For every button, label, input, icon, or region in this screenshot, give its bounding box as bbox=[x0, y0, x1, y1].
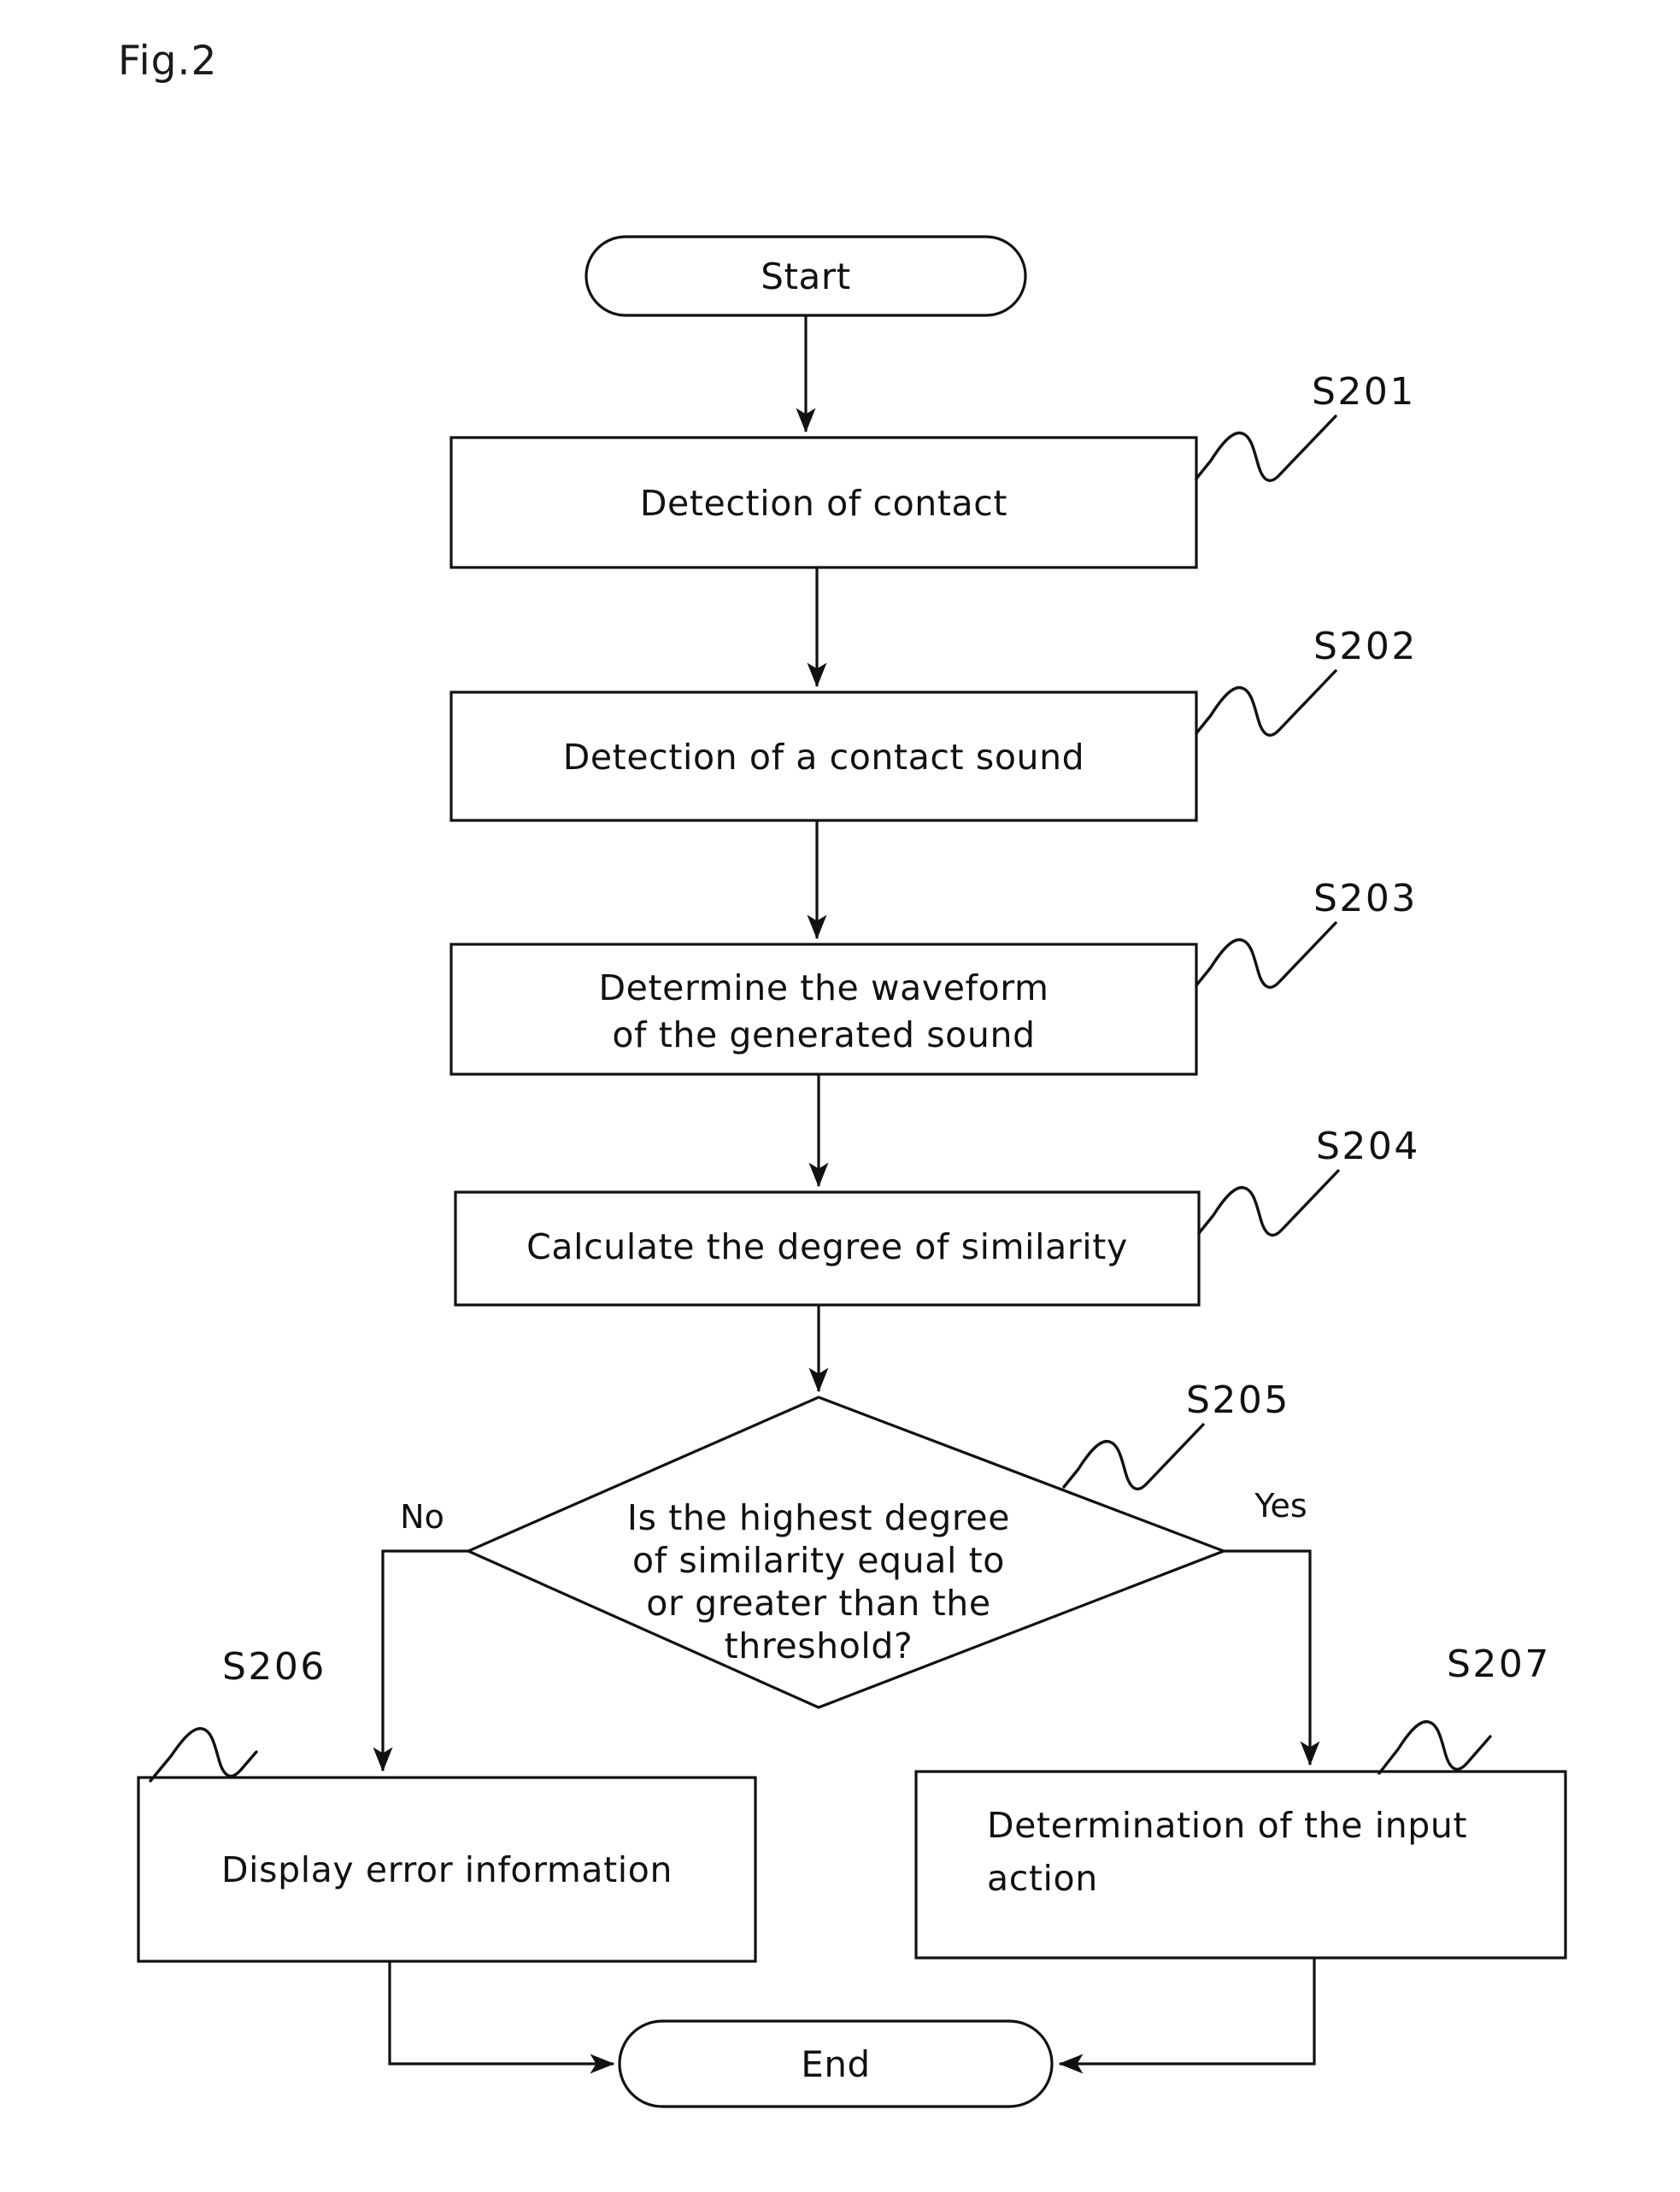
node-s203: Determine the waveform of the generated … bbox=[449, 943, 1198, 1076]
s205-label-line4: threshold? bbox=[725, 1625, 913, 1666]
s207-label-line2: action bbox=[987, 1858, 1098, 1899]
edge-s206-to-end bbox=[388, 1961, 615, 2074]
node-s207: Determination of the input action bbox=[914, 1770, 1567, 1960]
s205-label-line2: of similarity equal to bbox=[632, 1540, 1005, 1581]
edge-label-no: No bbox=[400, 1498, 444, 1536]
s206-leader-squiggle bbox=[149, 1727, 258, 1783]
edge-label-yes: Yes bbox=[1254, 1487, 1307, 1525]
flowchart-canvas: Start Detection of contact S201 Detectio… bbox=[137, 235, 1567, 2108]
node-start: Start bbox=[584, 235, 1027, 317]
node-end: End bbox=[618, 2019, 1054, 2108]
edge-no-to-s206 bbox=[373, 1549, 468, 1772]
figure-page: Fig.2 Start Detection of contact S201 De… bbox=[0, 0, 1680, 2192]
s201-label: Detection of contact bbox=[640, 483, 1007, 524]
s202-leader-squiggle bbox=[1195, 669, 1337, 738]
s201-leader-squiggle bbox=[1195, 414, 1337, 483]
s204-label: Calculate the degree of similarity bbox=[526, 1226, 1128, 1267]
s205-leader-squiggle bbox=[1062, 1423, 1205, 1491]
node-s204: Calculate the degree of similarity bbox=[454, 1190, 1201, 1307]
start-label: Start bbox=[761, 256, 851, 297]
edge-s207-to-end bbox=[1058, 1958, 1316, 2074]
s203-label-line2: of the generated sound bbox=[612, 1014, 1035, 1055]
node-s206: Display error information bbox=[137, 1776, 757, 1963]
s205-step-label: S205 bbox=[1186, 1378, 1290, 1422]
s207-leader-squiggle bbox=[1377, 1720, 1492, 1775]
s203-step-label: S203 bbox=[1313, 877, 1418, 920]
edge-yes-to-s207 bbox=[1224, 1549, 1320, 1766]
node-s205: Is the highest degree of similarity equa… bbox=[465, 1396, 1228, 1709]
s203-label-line1: Determine the waveform bbox=[598, 967, 1049, 1008]
s207-label-line1: Determination of the input bbox=[987, 1805, 1467, 1846]
node-s201: Detection of contact bbox=[449, 436, 1198, 569]
s201-step-label: S201 bbox=[1312, 370, 1416, 414]
s202-step-label: S202 bbox=[1313, 625, 1418, 668]
end-label: End bbox=[801, 2043, 871, 2085]
s206-step-label: S206 bbox=[222, 1645, 326, 1689]
s205-label-line1: Is the highest degree bbox=[627, 1497, 1010, 1538]
s207-step-label: S207 bbox=[1447, 1643, 1551, 1686]
s205-label-line3: or greater than the bbox=[646, 1583, 990, 1624]
s203-leader-squiggle bbox=[1195, 921, 1337, 990]
s206-label: Display error information bbox=[221, 1849, 673, 1890]
s204-step-label: S204 bbox=[1316, 1125, 1420, 1168]
node-s202: Detection of a contact sound bbox=[449, 691, 1198, 822]
s204-leader-squiggle bbox=[1197, 1169, 1340, 1237]
s202-label: Detection of a contact sound bbox=[563, 737, 1085, 778]
